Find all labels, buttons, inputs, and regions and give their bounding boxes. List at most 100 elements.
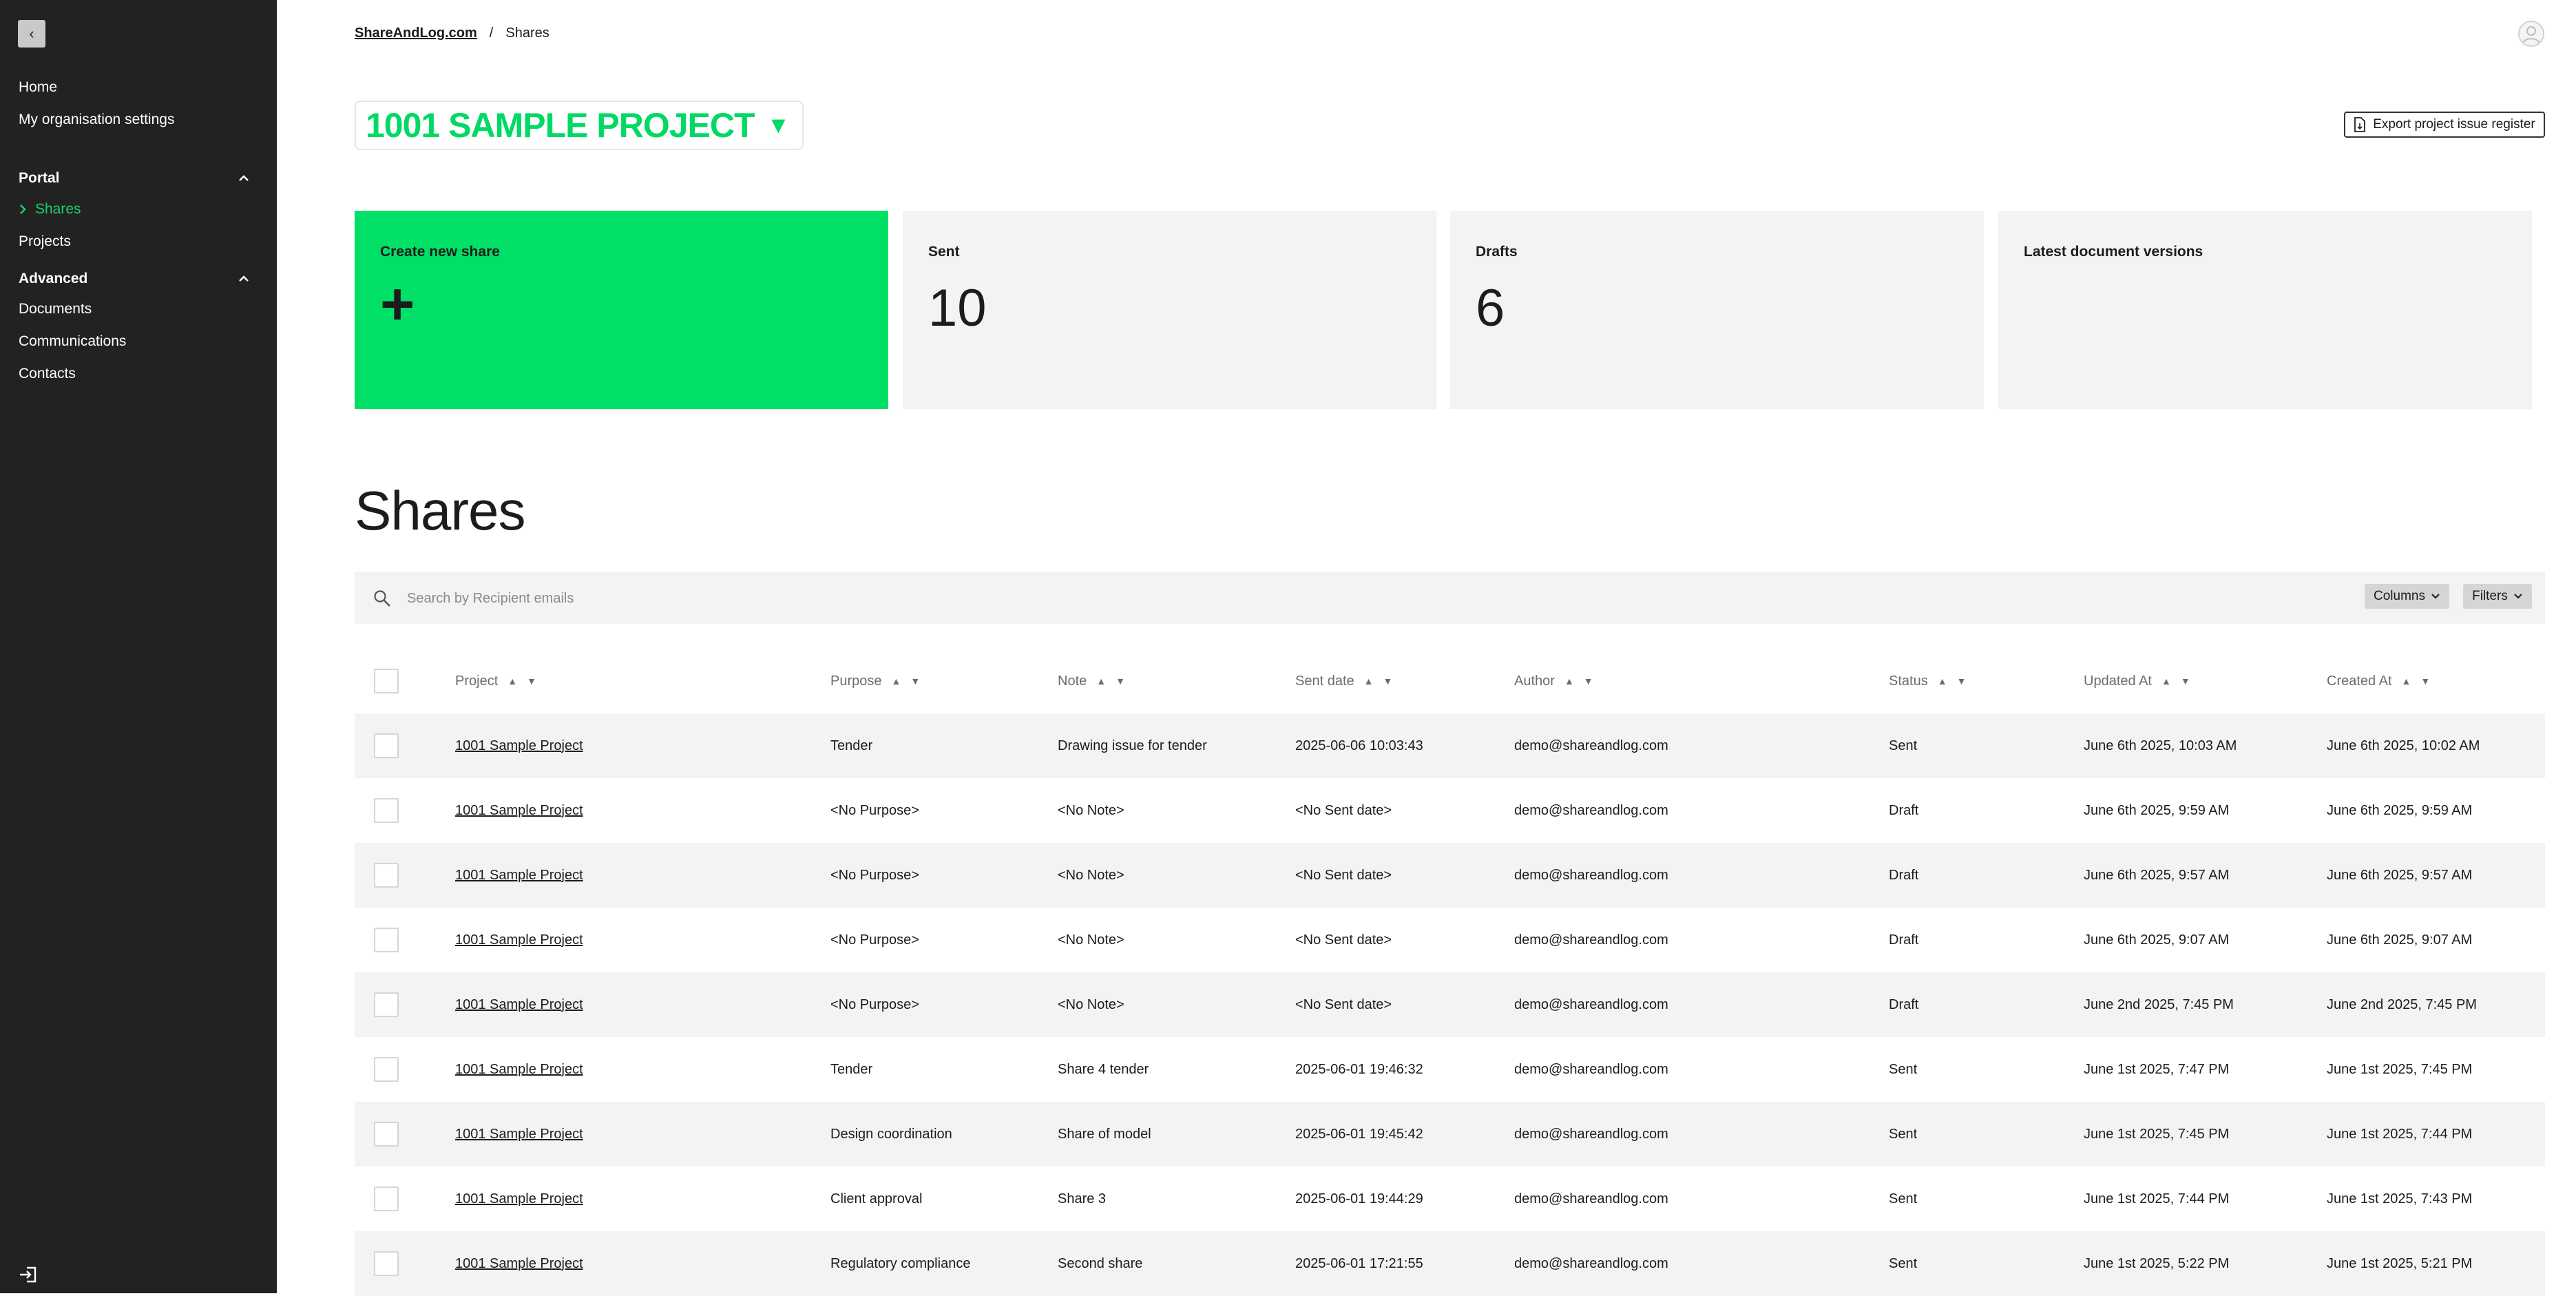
export-issue-register-button[interactable]: Export project issue register xyxy=(2344,112,2545,138)
sort-desc-icon[interactable]: ▼ xyxy=(1116,676,1125,687)
table-row[interactable]: 1001 Sample Project <No Purpose> <No Not… xyxy=(355,843,2545,908)
purpose-cell: <No Purpose> xyxy=(830,867,919,883)
sort-icons[interactable]: ▲ ▼ xyxy=(1564,676,1593,687)
sidebar-item-organisation-settings[interactable]: My organisation settings xyxy=(19,112,174,128)
sidebar-section-portal[interactable]: Portal xyxy=(19,170,249,187)
sidebar-item-contacts[interactable]: Contacts xyxy=(19,366,76,382)
drafts-card[interactable]: Drafts 6 xyxy=(1450,211,1984,409)
project-link[interactable]: 1001 Sample Project xyxy=(455,1256,583,1271)
sent-date-cell: 2025-06-06 10:03:43 xyxy=(1295,738,1423,753)
project-link[interactable]: 1001 Sample Project xyxy=(455,1062,583,1077)
latest-versions-card[interactable]: Latest document versions xyxy=(1998,211,2532,409)
project-link[interactable]: 1001 Sample Project xyxy=(455,868,583,883)
sort-icons[interactable]: ▲ ▼ xyxy=(507,676,536,687)
sort-asc-icon[interactable]: ▲ xyxy=(892,676,901,687)
project-link[interactable]: 1001 Sample Project xyxy=(455,932,583,948)
sort-asc-icon[interactable]: ▲ xyxy=(2402,676,2411,687)
header-cell[interactable]: Note ▲ ▼ xyxy=(1058,649,1295,713)
sidebar-item-shares[interactable]: Shares xyxy=(19,201,81,218)
sidebar-collapse-button[interactable]: ‹ xyxy=(18,20,45,48)
select-all-checkbox[interactable] xyxy=(374,669,399,693)
project-selector[interactable]: 1001 SAMPLE PROJECT ▼ xyxy=(355,101,804,150)
search-input[interactable] xyxy=(406,585,1028,612)
table-row[interactable]: 1001 Sample Project Tender Share 4 tende… xyxy=(355,1037,2545,1102)
user-avatar[interactable] xyxy=(2518,21,2544,47)
sort-icons[interactable]: ▲ ▼ xyxy=(892,676,921,687)
note-cell: <No Note> xyxy=(1058,867,1124,883)
project-link[interactable]: 1001 Sample Project xyxy=(455,1191,583,1206)
sort-desc-icon[interactable]: ▼ xyxy=(527,676,536,687)
header-cell[interactable]: Author ▲ ▼ xyxy=(1514,649,1889,713)
sidebar-item-home[interactable]: Home xyxy=(19,79,57,96)
table-row[interactable]: 1001 Sample Project <No Purpose> <No Not… xyxy=(355,972,2545,1037)
project-link[interactable]: 1001 Sample Project xyxy=(455,997,583,1012)
row-checkbox[interactable] xyxy=(374,1057,399,1082)
breadcrumb-root-link[interactable]: ShareAndLog.com xyxy=(355,25,477,41)
sort-icons[interactable]: ▲ ▼ xyxy=(1364,676,1393,687)
sort-asc-icon[interactable]: ▲ xyxy=(1096,676,1106,687)
header-cell[interactable]: Project ▲ ▼ xyxy=(455,649,830,713)
sent-card[interactable]: Sent 10 xyxy=(903,211,1436,409)
sort-asc-icon[interactable]: ▲ xyxy=(1364,676,1374,687)
sort-asc-icon[interactable]: ▲ xyxy=(1938,676,1947,687)
chevron-down-icon xyxy=(2431,594,2440,599)
columns-button[interactable]: Columns xyxy=(2365,584,2449,609)
table-row[interactable]: 1001 Sample Project Client approval Shar… xyxy=(355,1167,2545,1231)
row-checkbox[interactable] xyxy=(374,928,399,952)
table-row[interactable]: 1001 Sample Project <No Purpose> <No Not… xyxy=(355,908,2545,972)
create-share-card[interactable]: Create new share + xyxy=(355,211,888,409)
project-link[interactable]: 1001 Sample Project xyxy=(455,738,583,753)
caret-down-icon: ▼ xyxy=(766,112,790,138)
sent-date-cell: <No Sent date> xyxy=(1295,996,1392,1012)
column-header-created-at: Created At xyxy=(2327,673,2392,689)
created-at-cell: June 2nd 2025, 7:45 PM xyxy=(2327,996,2477,1012)
sidebar-section-advanced[interactable]: Advanced xyxy=(19,271,249,287)
sort-icons[interactable]: ▲ ▼ xyxy=(1938,676,1967,687)
author-cell: demo@shareandlog.com xyxy=(1514,1255,1668,1271)
table-row[interactable]: 1001 Sample Project Regulatory complianc… xyxy=(355,1231,2545,1296)
author-cell: demo@shareandlog.com xyxy=(1514,1191,1668,1206)
note-cell: <No Note> xyxy=(1058,996,1124,1012)
sort-asc-icon[interactable]: ▲ xyxy=(2161,676,2171,687)
export-button-label: Export project issue register xyxy=(2373,117,2535,132)
header-cell[interactable]: Purpose ▲ ▼ xyxy=(830,649,1058,713)
header-cell[interactable]: Updated At ▲ ▼ xyxy=(2084,649,2327,713)
sidebar-item-projects[interactable]: Projects xyxy=(19,233,71,250)
author-cell: demo@shareandlog.com xyxy=(1514,867,1668,883)
sort-desc-icon[interactable]: ▼ xyxy=(1584,676,1593,687)
latest-versions-label: Latest document versions xyxy=(2024,244,2203,260)
row-checkbox[interactable] xyxy=(374,1122,399,1147)
logout-icon[interactable] xyxy=(18,1264,39,1285)
sort-icons[interactable]: ▲ ▼ xyxy=(1096,676,1125,687)
header-cell[interactable]: Status ▲ ▼ xyxy=(1889,649,2084,713)
row-checkbox[interactable] xyxy=(374,1187,399,1211)
header-cell[interactable]: Created At ▲ ▼ xyxy=(2327,649,2545,713)
table-row[interactable]: 1001 Sample Project Tender Drawing issue… xyxy=(355,713,2545,778)
sort-desc-icon[interactable]: ▼ xyxy=(1383,676,1392,687)
row-checkbox[interactable] xyxy=(374,863,399,888)
sort-desc-icon[interactable]: ▼ xyxy=(1957,676,1967,687)
header-cell[interactable]: Sent date ▲ ▼ xyxy=(1295,649,1514,713)
sort-desc-icon[interactable]: ▼ xyxy=(2420,676,2430,687)
row-select-cell xyxy=(355,778,455,843)
sent-date-cell: <No Sent date> xyxy=(1295,867,1392,883)
sort-asc-icon[interactable]: ▲ xyxy=(1564,676,1574,687)
filters-button[interactable]: Filters xyxy=(2463,584,2532,609)
row-checkbox[interactable] xyxy=(374,733,399,758)
sort-asc-icon[interactable]: ▲ xyxy=(507,676,517,687)
row-checkbox[interactable] xyxy=(374,1251,399,1276)
sort-desc-icon[interactable]: ▼ xyxy=(2181,676,2190,687)
sort-icons[interactable]: ▲ ▼ xyxy=(2161,676,2190,687)
sort-icons[interactable]: ▲ ▼ xyxy=(2402,676,2431,687)
breadcrumb-current: Shares xyxy=(505,25,549,41)
row-checkbox[interactable] xyxy=(374,992,399,1017)
sort-desc-icon[interactable]: ▼ xyxy=(910,676,920,687)
sidebar-item-documents[interactable]: Documents xyxy=(19,301,92,317)
row-checkbox[interactable] xyxy=(374,798,399,823)
project-link[interactable]: 1001 Sample Project xyxy=(455,1127,583,1142)
project-link[interactable]: 1001 Sample Project xyxy=(455,803,583,818)
table-row[interactable]: 1001 Sample Project <No Purpose> <No Not… xyxy=(355,778,2545,843)
sidebar: ‹ Home My organisation settings Portal S… xyxy=(0,0,277,1293)
table-row[interactable]: 1001 Sample Project Design coordination … xyxy=(355,1102,2545,1167)
sidebar-item-communications[interactable]: Communications xyxy=(19,333,126,350)
